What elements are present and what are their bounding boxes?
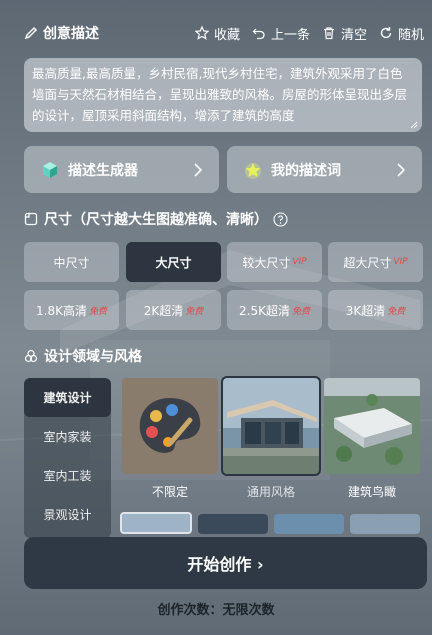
description-text: 最高质量,最高质量，乡村民宿,现代乡村住宅，建筑外观采用了白色墙面与天然石材相结… — [32, 66, 408, 123]
free-badge: 免费 — [185, 306, 204, 317]
my-descriptions-button[interactable]: 我的描述词 — [227, 146, 422, 193]
size-option-medium[interactable]: 中尺寸 — [24, 242, 119, 282]
style-section-title: 设计领域与风格 — [44, 349, 142, 365]
resolution-option-label: 2K超清 — [143, 303, 184, 318]
start-creation-label: 开始创作 › — [187, 555, 264, 574]
style-option-label: 不限定 — [151, 485, 188, 499]
style-section-header: 设计领域与风格 — [24, 346, 142, 366]
category-architecture[interactable]: 建筑设计 — [24, 378, 111, 417]
clear-button[interactable]: 清空 — [322, 24, 367, 43]
start-creation-button[interactable]: 开始创作 › — [24, 537, 427, 589]
resolution-option-3k[interactable]: 3K超清 免费 — [328, 290, 423, 330]
style-option-label: 建筑鸟瞰 — [347, 485, 396, 499]
refresh-icon — [380, 27, 392, 39]
description-generator-button[interactable]: 描述生成器 — [24, 146, 219, 193]
style-thumbnail-next[interactable] — [350, 514, 420, 534]
free-badge: 免费 — [291, 306, 310, 317]
size-option-large[interactable]: 大尺寸 — [126, 242, 221, 282]
palette-icon — [139, 398, 201, 453]
section-title: 创意描述 — [24, 23, 183, 43]
category-landscape[interactable]: 景观设计 — [24, 495, 111, 534]
vip-badge: VIP — [393, 257, 408, 267]
resolution-option-2k[interactable]: 2K超清 免费 — [126, 290, 221, 330]
style-thumbnail-next[interactable] — [274, 514, 344, 534]
resolution-option-label: 2.5K超清 — [239, 303, 290, 318]
category-interior-commercial[interactable]: 室内工装 — [24, 456, 111, 495]
chevron-right-icon — [194, 162, 203, 177]
size-icon — [24, 212, 38, 226]
size-option-label: 较大尺寸 — [242, 255, 291, 270]
pencil-icon — [24, 26, 38, 40]
size-section-title: 尺寸（尺寸越大生图越准确、清晰） — [44, 212, 268, 228]
style-option-general[interactable] — [221, 376, 321, 476]
category-interior-home[interactable]: 室内家装 — [24, 417, 111, 456]
style-option-unlimited[interactable] — [122, 378, 218, 474]
category-sidebar: 建筑设计 室内家装 室内工装 景观设计 — [24, 378, 111, 538]
header-title: 创意描述 — [43, 26, 99, 42]
size-section-header: 尺寸（尺寸越大生图越准确、清晰） — [24, 209, 294, 229]
style-option-aerial[interactable] — [324, 378, 420, 474]
category-label: 室内家装 — [43, 430, 92, 444]
random-button[interactable]: 随机 — [379, 24, 424, 43]
free-badge: 免费 — [387, 306, 406, 317]
resize-handle-icon[interactable] — [410, 121, 418, 129]
style-thumbnail-next[interactable] — [198, 514, 268, 534]
resolution-option-2-5k[interactable]: 2.5K超清 免费 — [227, 290, 322, 330]
cube-icon — [43, 161, 57, 178]
chevron-right-icon — [397, 162, 406, 177]
description-textarea[interactable]: 最高质量,最高质量，乡村民宿,现代乡村住宅，建筑外观采用了白色墙面与天然石材相结… — [24, 58, 422, 132]
size-option-label: 大尺寸 — [155, 255, 192, 270]
resolution-option-label: 1.8K高清 — [36, 303, 87, 318]
modern-house-image — [223, 378, 319, 474]
my-descriptions-label: 我的描述词 — [271, 162, 341, 179]
previous-label: 上一条 — [270, 27, 310, 43]
style-icon — [24, 349, 38, 363]
category-label: 室内工装 — [43, 469, 92, 483]
clear-label: 清空 — [340, 27, 367, 43]
size-option-extra-large[interactable]: 超大尺寸 VIP — [328, 242, 423, 282]
favorite-label: 收藏 — [213, 27, 240, 43]
star-icon — [194, 26, 209, 40]
previous-button[interactable]: 上一条 — [252, 24, 310, 43]
size-option-label: 中尺寸 — [53, 255, 90, 270]
random-label: 随机 — [397, 27, 424, 43]
resolution-option-1-8k[interactable]: 1.8K高清 免费 — [24, 290, 119, 330]
header-bar: 创意描述 收藏 上一条 清空 随机 — [24, 22, 424, 44]
style-thumbnail-next[interactable] — [120, 512, 192, 534]
resolution-option-label: 3K超清 — [345, 303, 386, 318]
category-label: 建筑设计 — [43, 391, 92, 405]
aerial-view-image — [324, 378, 420, 474]
favorite-button[interactable]: 收藏 — [194, 24, 240, 43]
category-label: 景观设计 — [43, 508, 92, 522]
trash-icon — [323, 27, 334, 40]
description-generator-label: 描述生成器 — [68, 162, 138, 179]
star-badge-icon — [245, 162, 261, 179]
help-icon[interactable] — [273, 211, 288, 227]
free-badge: 免费 — [88, 306, 107, 317]
vip-badge: VIP — [292, 257, 307, 267]
style-option-label: 通用风格 — [246, 485, 295, 499]
size-option-larger[interactable]: 较大尺寸 VIP — [227, 242, 322, 282]
undo-icon — [252, 28, 265, 40]
size-option-label: 超大尺寸 — [343, 255, 392, 270]
usage-count-text: 创作次数：无限次数 — [157, 603, 275, 618]
